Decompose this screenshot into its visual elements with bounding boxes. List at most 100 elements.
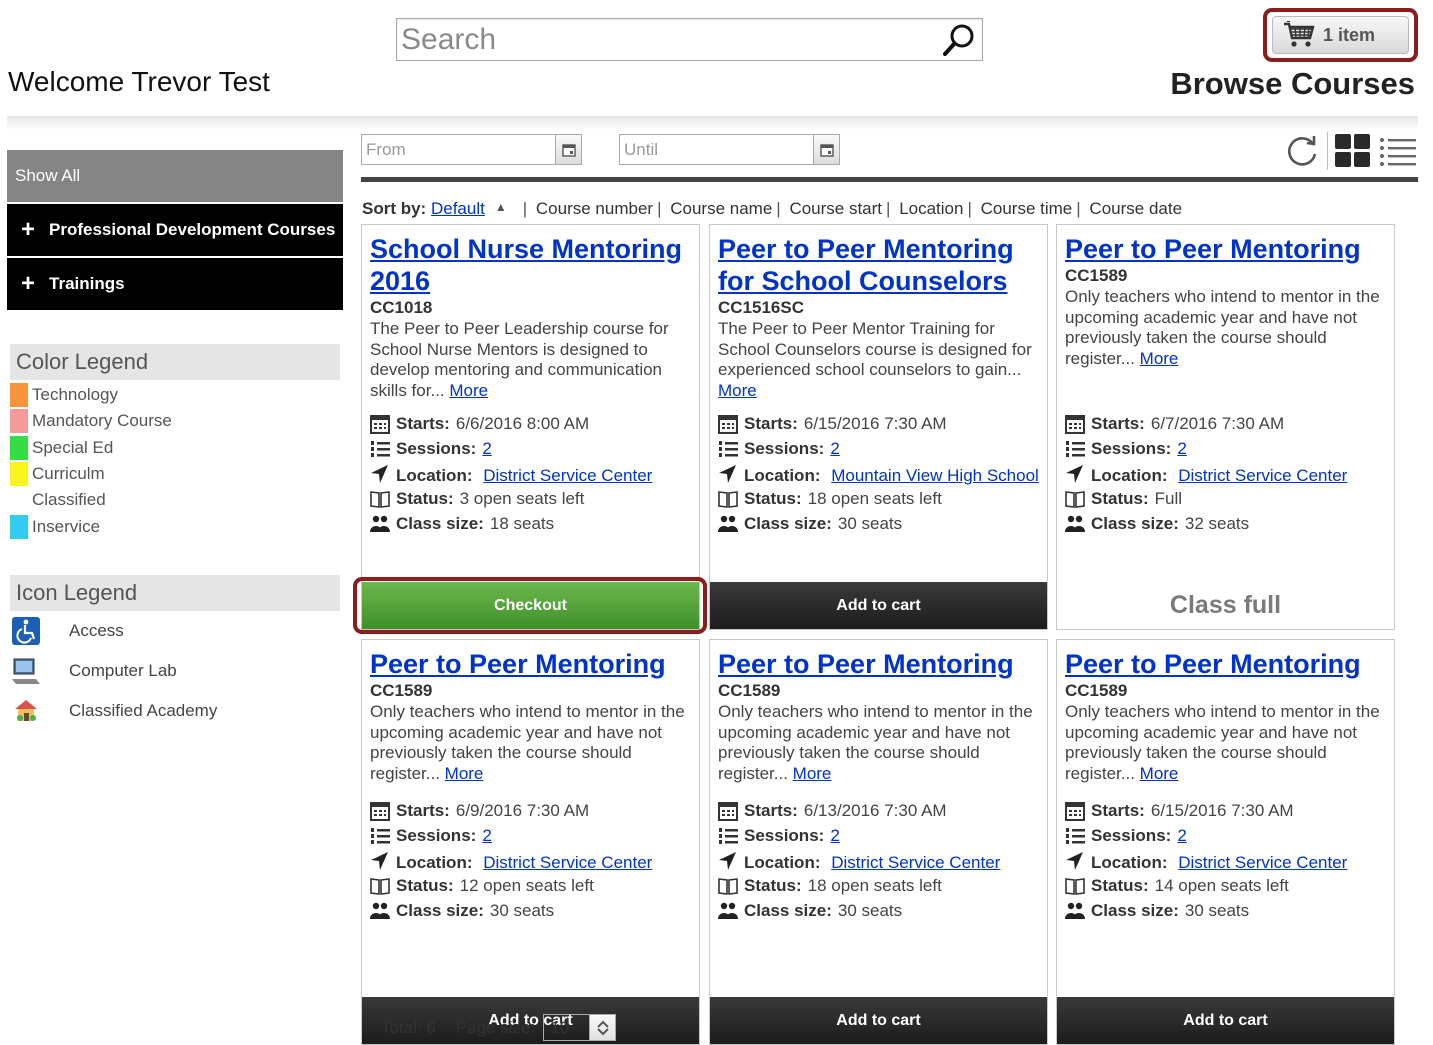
people-icon bbox=[718, 515, 738, 532]
academy-icon bbox=[15, 700, 37, 721]
more-link[interactable]: More bbox=[445, 764, 484, 783]
cart-button[interactable]: 1 item bbox=[1272, 16, 1409, 54]
course-title-link[interactable]: School Nurse Mentoring 2016 bbox=[370, 233, 695, 297]
category-trainings[interactable]: + Trainings bbox=[7, 258, 343, 310]
detail-class-size: Class size: 30 seats bbox=[718, 513, 1043, 538]
color-legend-label: Curriculm bbox=[32, 464, 105, 483]
course-title-link[interactable]: Peer to Peer Mentoring bbox=[370, 648, 695, 680]
book-icon bbox=[718, 491, 738, 508]
course-card: School Nurse Mentoring 2016 CC1018 The P… bbox=[361, 224, 700, 630]
chevron-down-icon[interactable] bbox=[596, 1027, 609, 1036]
color-legend-label: Technology bbox=[32, 385, 119, 404]
icon-legend-label: Access bbox=[69, 621, 124, 640]
more-link[interactable]: More bbox=[1140, 349, 1179, 368]
show-all-button[interactable]: Show All bbox=[7, 150, 343, 202]
course-details: Starts: 6/7/2016 7:30 AM Sessions: 2 Loc… bbox=[1065, 413, 1390, 538]
sessions-link[interactable]: 2 bbox=[482, 438, 491, 460]
starts-value: 6/6/2016 8:00 AM bbox=[455, 414, 590, 433]
from-date-field[interactable] bbox=[361, 134, 582, 165]
sort-course-date[interactable]: Course date bbox=[1089, 199, 1182, 218]
detail-starts: Starts: 6/15/2016 7:30 AM bbox=[1065, 800, 1390, 825]
status-label: Status: bbox=[396, 489, 454, 508]
grid-view-icon[interactable] bbox=[1334, 132, 1372, 170]
add-to-cart-button[interactable]: Add to cart bbox=[1057, 997, 1394, 1044]
color-legend-item: Special Ed bbox=[10, 436, 113, 460]
checkout-button[interactable]: Checkout bbox=[362, 582, 699, 629]
page-size-stepper[interactable] bbox=[589, 1015, 616, 1040]
location-link[interactable]: District Service Center bbox=[831, 853, 1000, 872]
book-icon bbox=[1065, 491, 1085, 508]
sort-separator: | bbox=[967, 199, 972, 218]
detail-status: Status: 18 open seats left bbox=[718, 488, 1043, 513]
description-text: Only teachers who intend to mentor in th… bbox=[1065, 702, 1380, 783]
course-title-link[interactable]: Peer to Peer Mentoring bbox=[1065, 233, 1390, 265]
location-link[interactable]: District Service Center bbox=[483, 853, 652, 872]
sort-course-name[interactable]: Course name bbox=[670, 199, 772, 218]
course-code: CC1589 bbox=[718, 681, 781, 700]
until-date-field[interactable] bbox=[619, 134, 840, 165]
more-link[interactable]: More bbox=[1140, 764, 1179, 783]
course-title-link[interactable]: Peer to Peer Mentoring for School Counse… bbox=[718, 233, 1043, 297]
sessions-link[interactable]: 2 bbox=[830, 825, 839, 847]
category-professional-development[interactable]: + Professional Development Courses bbox=[7, 204, 343, 256]
course-details: Starts: 6/13/2016 7:30 AM Sessions: 2 Lo… bbox=[718, 800, 1043, 925]
more-link[interactable]: More bbox=[449, 381, 488, 400]
sort-course-number[interactable]: Course number bbox=[536, 199, 653, 218]
calendar-icon bbox=[370, 802, 390, 821]
from-date-input[interactable] bbox=[362, 135, 552, 164]
cart-highlight: 1 item bbox=[1263, 8, 1418, 62]
icon-legend-title: Icon Legend bbox=[10, 575, 340, 611]
add-to-cart-button[interactable]: Add to cart bbox=[710, 582, 1047, 629]
page-size-value: 10 bbox=[550, 1017, 570, 1037]
class-size-label: Class size: bbox=[1091, 514, 1179, 533]
list-view-icon[interactable] bbox=[1378, 132, 1418, 170]
add-to-cart-button[interactable]: Add to cart bbox=[710, 997, 1047, 1044]
page-title: Browse Courses bbox=[1170, 66, 1415, 101]
list-numbered-icon bbox=[371, 441, 390, 457]
sessions-link[interactable]: 2 bbox=[1177, 438, 1186, 460]
list-numbered-icon bbox=[1066, 828, 1085, 844]
status-label: Status: bbox=[744, 489, 802, 508]
status-value: 18 open seats left bbox=[807, 876, 942, 895]
refresh-icon[interactable] bbox=[1283, 132, 1321, 170]
location-link[interactable]: Mountain View High School bbox=[831, 466, 1039, 485]
search-icon[interactable] bbox=[942, 23, 976, 57]
sort-location[interactable]: Location bbox=[899, 199, 963, 218]
sessions-link[interactable]: 2 bbox=[830, 438, 839, 460]
sort-course-start[interactable]: Course start bbox=[789, 199, 882, 218]
more-link[interactable]: More bbox=[718, 381, 757, 400]
course-description: Only teachers who intend to mentor in th… bbox=[1065, 287, 1386, 369]
course-title-link[interactable]: Peer to Peer Mentoring bbox=[1065, 648, 1390, 680]
detail-class-size: Class size: 30 seats bbox=[370, 900, 695, 925]
location-link[interactable]: District Service Center bbox=[1178, 853, 1347, 872]
course-title-link[interactable]: Peer to Peer Mentoring bbox=[718, 648, 1043, 680]
detail-starts: Starts: 6/7/2016 7:30 AM bbox=[1065, 413, 1390, 438]
detail-location: Location: District Service Center bbox=[1065, 463, 1390, 488]
location-link[interactable]: District Service Center bbox=[1178, 466, 1347, 485]
detail-status: Status: 12 open seats left bbox=[370, 875, 695, 900]
class-size-value: 30 seats bbox=[489, 901, 555, 920]
until-date-input[interactable] bbox=[620, 135, 810, 164]
color-legend-item: Curriculm bbox=[10, 462, 105, 486]
location-link[interactable]: District Service Center bbox=[483, 466, 652, 485]
location-label: Location: bbox=[1091, 853, 1168, 872]
people-icon bbox=[370, 902, 390, 919]
people-icon bbox=[1065, 902, 1085, 919]
more-link[interactable]: More bbox=[793, 764, 832, 783]
sessions-label: Sessions: bbox=[744, 826, 825, 845]
class-size-value: 30 seats bbox=[837, 514, 903, 533]
search-input[interactable] bbox=[397, 19, 927, 60]
sessions-link[interactable]: 2 bbox=[482, 825, 491, 847]
location-arrow-icon bbox=[1066, 465, 1083, 483]
calendar-picker-button[interactable] bbox=[813, 135, 839, 164]
course-card: Peer to Peer Mentoring CC1589 Only teach… bbox=[361, 639, 700, 1045]
status-label: Status: bbox=[1091, 489, 1149, 508]
page-size-input[interactable]: 10 bbox=[543, 1014, 617, 1041]
starts-label: Starts: bbox=[1091, 801, 1145, 820]
chevron-up-icon[interactable] bbox=[596, 1020, 609, 1028]
sort-default[interactable]: Default bbox=[431, 199, 485, 218]
calendar-picker-button[interactable] bbox=[555, 135, 581, 164]
sort-course-time[interactable]: Course time bbox=[981, 199, 1073, 218]
sessions-link[interactable]: 2 bbox=[1177, 825, 1186, 847]
search-box[interactable] bbox=[396, 18, 983, 61]
